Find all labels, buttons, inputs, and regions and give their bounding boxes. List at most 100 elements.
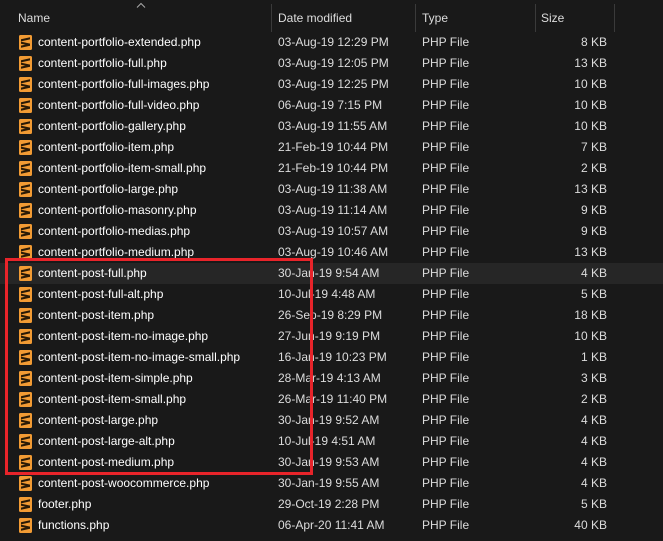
- file-name: content-portfolio-full-video.php: [38, 98, 200, 112]
- file-row[interactable]: content-portfolio-masonry.php 03-Aug-19 1…: [0, 200, 663, 221]
- file-type: PHP File: [422, 392, 470, 406]
- file-type: PHP File: [422, 203, 470, 217]
- column-divider[interactable]: [415, 4, 416, 32]
- file-row[interactable]: content-portfolio-full-video.php 06-Aug-1…: [0, 95, 663, 116]
- sublime-php-file-icon: [19, 224, 32, 239]
- file-date-modified: 30-Jan-19 9:54 AM: [278, 266, 380, 280]
- file-size: 10 KB: [574, 119, 607, 133]
- file-row[interactable]: content-portfolio-full-images.php 03-Aug-…: [0, 74, 663, 95]
- file-row[interactable]: content-post-large.php 30-Jan-19 9:52 AM P…: [0, 410, 663, 431]
- file-row[interactable]: content-portfolio-extended.php 03-Aug-19 …: [0, 32, 663, 53]
- file-row[interactable]: functions.php 06-Apr-20 11:41 AM PHP File 4…: [0, 515, 663, 536]
- file-size: 13 KB: [574, 56, 607, 70]
- file-size: 4 KB: [580, 455, 607, 469]
- file-row[interactable]: content-post-item-simple.php 28-Mar-19 4:…: [0, 368, 663, 389]
- file-date-modified: 16-Jan-19 10:23 PM: [278, 350, 387, 364]
- file-type: PHP File: [422, 266, 470, 280]
- file-name: content-post-large-alt.php: [38, 434, 175, 448]
- file-name: content-post-item.php: [38, 308, 155, 322]
- file-row[interactable]: content-post-item-small.php 26-Mar-19 11:…: [0, 389, 663, 410]
- sublime-php-file-icon: [19, 413, 32, 428]
- column-divider[interactable]: [271, 4, 272, 32]
- file-row[interactable]: content-post-full.php 30-Jan-19 9:54 AM PH…: [0, 263, 663, 284]
- sublime-php-file-icon: [19, 203, 32, 218]
- file-size: 9 KB: [580, 203, 607, 217]
- column-header-name[interactable]: Name: [18, 0, 50, 32]
- column-header-bar: Name Date modified Type Size: [0, 0, 663, 32]
- file-type: PHP File: [422, 77, 470, 91]
- sublime-php-file-icon: [19, 77, 32, 92]
- file-date-modified: 30-Jan-19 9:53 AM: [278, 455, 380, 469]
- sublime-php-file-icon: [19, 161, 32, 176]
- file-size: 2 KB: [580, 161, 607, 175]
- sublime-php-file-icon: [19, 371, 32, 386]
- file-type: PHP File: [422, 497, 470, 511]
- file-date-modified: 27-Jun-19 9:19 PM: [278, 329, 381, 343]
- file-type: PHP File: [422, 308, 470, 322]
- file-type: PHP File: [422, 413, 470, 427]
- column-header-type[interactable]: Type: [422, 0, 448, 32]
- file-name: functions.php: [38, 518, 110, 532]
- file-size: 4 KB: [580, 266, 607, 280]
- file-size: 4 KB: [580, 434, 607, 448]
- file-date-modified: 03-Aug-19 12:05 PM: [278, 56, 389, 70]
- file-name: content-post-full.php: [38, 266, 147, 280]
- file-type: PHP File: [422, 245, 470, 259]
- file-date-modified: 06-Apr-20 11:41 AM: [278, 518, 385, 532]
- file-date-modified: 10-Jul-19 4:48 AM: [278, 287, 376, 301]
- file-size: 10 KB: [574, 98, 607, 112]
- file-date-modified: 03-Aug-19 10:46 AM: [278, 245, 389, 259]
- file-row[interactable]: content-post-medium.php 30-Jan-19 9:53 AM…: [0, 452, 663, 473]
- file-name: content-post-item-small.php: [38, 392, 187, 406]
- file-type: PHP File: [422, 140, 470, 154]
- file-row[interactable]: content-portfolio-medium.php 03-Aug-19 10…: [0, 242, 663, 263]
- file-date-modified: 21-Feb-19 10:44 PM: [278, 140, 389, 154]
- sublime-php-file-icon: [19, 497, 32, 512]
- column-divider[interactable]: [535, 4, 536, 32]
- file-type: PHP File: [422, 371, 470, 385]
- file-row[interactable]: content-post-item-no-image-small.php 16-J…: [0, 347, 663, 368]
- column-header-size[interactable]: Size: [541, 0, 564, 32]
- file-row[interactable]: content-post-item-no-image.php 27-Jun-19 …: [0, 326, 663, 347]
- sublime-php-file-icon: [19, 308, 32, 323]
- sublime-php-file-icon: [19, 392, 32, 407]
- file-row[interactable]: content-post-woocommerce.php 30-Jan-19 9:…: [0, 473, 663, 494]
- column-divider[interactable]: [614, 4, 615, 32]
- sublime-php-file-icon: [19, 35, 32, 50]
- file-date-modified: 21-Feb-19 10:44 PM: [278, 161, 389, 175]
- sort-ascending-caret-icon: [136, 2, 146, 8]
- file-row[interactable]: content-portfolio-item.php 21-Feb-19 10:4…: [0, 137, 663, 158]
- file-row[interactable]: footer.php 29-Oct-19 2:28 PM PHP File 5 KB: [0, 494, 663, 515]
- file-name: content-portfolio-item-small.php: [38, 161, 207, 175]
- file-size: 10 KB: [574, 77, 607, 91]
- file-size: 18 KB: [574, 308, 607, 322]
- file-type: PHP File: [422, 161, 470, 175]
- file-row[interactable]: content-post-full-alt.php 10-Jul-19 4:48 …: [0, 284, 663, 305]
- file-row[interactable]: content-post-item.php 26-Sep-19 8:29 PM PH…: [0, 305, 663, 326]
- file-row[interactable]: content-portfolio-gallery.php 03-Aug-19 1…: [0, 116, 663, 137]
- file-type: PHP File: [422, 35, 470, 49]
- file-row[interactable]: content-portfolio-item-small.php 21-Feb-1…: [0, 158, 663, 179]
- file-type: PHP File: [422, 182, 470, 196]
- file-size: 1 KB: [580, 350, 607, 364]
- file-size: 4 KB: [580, 476, 607, 490]
- file-size: 10 KB: [574, 329, 607, 343]
- column-header-date-modified[interactable]: Date modified: [278, 0, 352, 32]
- file-size: 13 KB: [574, 182, 607, 196]
- file-name: content-post-woocommerce.php: [38, 476, 210, 490]
- sublime-php-file-icon: [19, 287, 32, 302]
- file-name: content-portfolio-masonry.php: [38, 203, 197, 217]
- file-date-modified: 30-Jan-19 9:55 AM: [278, 476, 380, 490]
- file-row[interactable]: content-portfolio-full.php 03-Aug-19 12:0…: [0, 53, 663, 74]
- file-row[interactable]: content-post-large-alt.php 10-Jul-19 4:51…: [0, 431, 663, 452]
- file-type: PHP File: [422, 119, 470, 133]
- file-row[interactable]: content-portfolio-large.php 03-Aug-19 11:…: [0, 179, 663, 200]
- sublime-php-file-icon: [19, 434, 32, 449]
- file-name: content-portfolio-gallery.php: [38, 119, 186, 133]
- file-size: 9 KB: [580, 224, 607, 238]
- sublime-php-file-icon: [19, 140, 32, 155]
- file-type: PHP File: [422, 329, 470, 343]
- file-size: 5 KB: [580, 287, 607, 301]
- sublime-php-file-icon: [19, 476, 32, 491]
- file-row[interactable]: content-portfolio-medias.php 03-Aug-19 10…: [0, 221, 663, 242]
